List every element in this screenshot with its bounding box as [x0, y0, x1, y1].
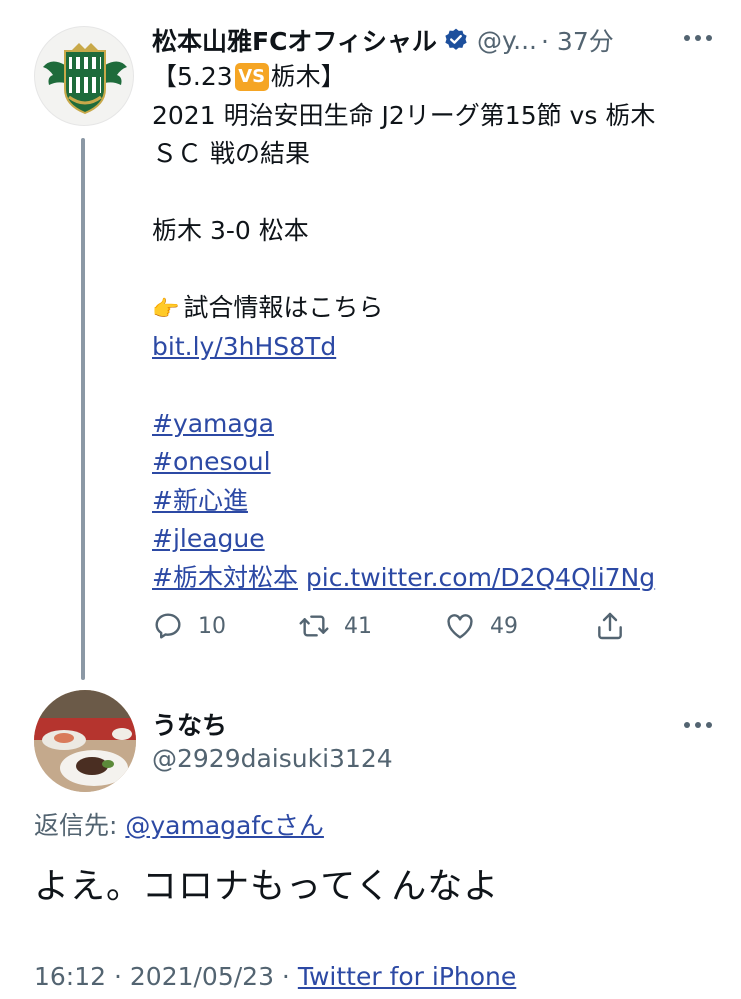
- hashtag-link[interactable]: #新心進: [152, 486, 248, 515]
- info-line: 👉 試合情報はこちら: [152, 289, 727, 328]
- heart-icon: [447, 614, 473, 639]
- retweet-button[interactable]: 41: [298, 610, 372, 642]
- tweet-body: 【5.23 VS 栃木】 2021 明治安田生命 J2リーグ第15節 vs 栃木 Ｓ…: [152, 58, 727, 597]
- original-tweet[interactable]: 松本山雅FCオフィシャル @y... · 37分 【5.23 VS 栃木】 2021…: [0, 0, 741, 690]
- thread-line: [81, 138, 85, 680]
- reply-to-user-link[interactable]: @yamagafcさん: [125, 811, 324, 840]
- share-icon: [598, 612, 622, 640]
- retweet-icon: [299, 615, 329, 637]
- display-name[interactable]: 松本山雅FCオフィシャル: [152, 22, 437, 58]
- reply-icon: [155, 613, 181, 639]
- reply-to-label: 返信先:: [34, 811, 118, 840]
- reply-button[interactable]: 10: [152, 610, 226, 642]
- food-photo-avatar: [34, 690, 136, 792]
- tweet-meta: 16:12 · 2021/05/23 · Twitter for iPhone: [34, 962, 516, 991]
- like-count: 49: [490, 613, 518, 639]
- reply-to-line: 返信先: @yamagafcさん: [34, 806, 324, 842]
- tweet-header: 松本山雅FCオフィシャル @y... · 37分: [152, 22, 722, 58]
- hashtag-link[interactable]: #jleague: [152, 524, 265, 553]
- display-name[interactable]: うなち: [152, 706, 227, 742]
- share-button[interactable]: [594, 610, 626, 642]
- pointing-hand-emoji: 👉: [152, 297, 180, 322]
- verified-badge-icon: [445, 28, 467, 50]
- match-info-link[interactable]: bit.ly/3hHS8Td: [152, 332, 336, 361]
- hashtag-link[interactable]: #yamaga: [152, 409, 274, 438]
- more-options-icon[interactable]: [684, 35, 712, 41]
- like-button[interactable]: 49: [444, 610, 518, 642]
- hashtag-link[interactable]: #onesoul: [152, 447, 271, 476]
- hashtag-link[interactable]: #栃木対松本: [152, 563, 298, 592]
- body-line-2: 2021 明治安田生命 J2リーグ第15節 vs 栃木: [152, 100, 656, 130]
- score-line: 栃木 3-0 松本: [152, 216, 309, 245]
- body-line-1: 【5.23 VS 栃木】: [152, 62, 346, 91]
- reply-tweet[interactable]: うなち @2929daisuki3124 返信先: @yamagafcさん よえ…: [0, 690, 741, 999]
- vs-badge-emoji: VS: [234, 63, 269, 91]
- more-options-icon[interactable]: [684, 722, 712, 728]
- timestamp[interactable]: · 37分: [541, 22, 614, 58]
- reply-text: よえ。コロナもってくんなよ: [34, 867, 500, 907]
- source-link[interactable]: Twitter for iPhone: [298, 962, 516, 991]
- body-line-3: ＳＣ 戦の結果: [152, 139, 310, 168]
- club-avatar[interactable]: [34, 26, 134, 126]
- retweet-count: 41: [344, 613, 372, 639]
- handle[interactable]: @2929daisuki3124: [152, 744, 393, 773]
- pic-link[interactable]: pic.twitter.com/D2Q4Qli7Ng: [306, 563, 655, 592]
- reply-count: 10: [198, 613, 226, 639]
- club-crest-logo: [43, 43, 127, 115]
- timestamp[interactable]: 16:12 · 2021/05/23 ·: [34, 962, 290, 991]
- tweet-actions: 10 41 49: [152, 610, 632, 650]
- user-avatar[interactable]: [34, 690, 136, 792]
- handle[interactable]: @y...: [477, 26, 537, 55]
